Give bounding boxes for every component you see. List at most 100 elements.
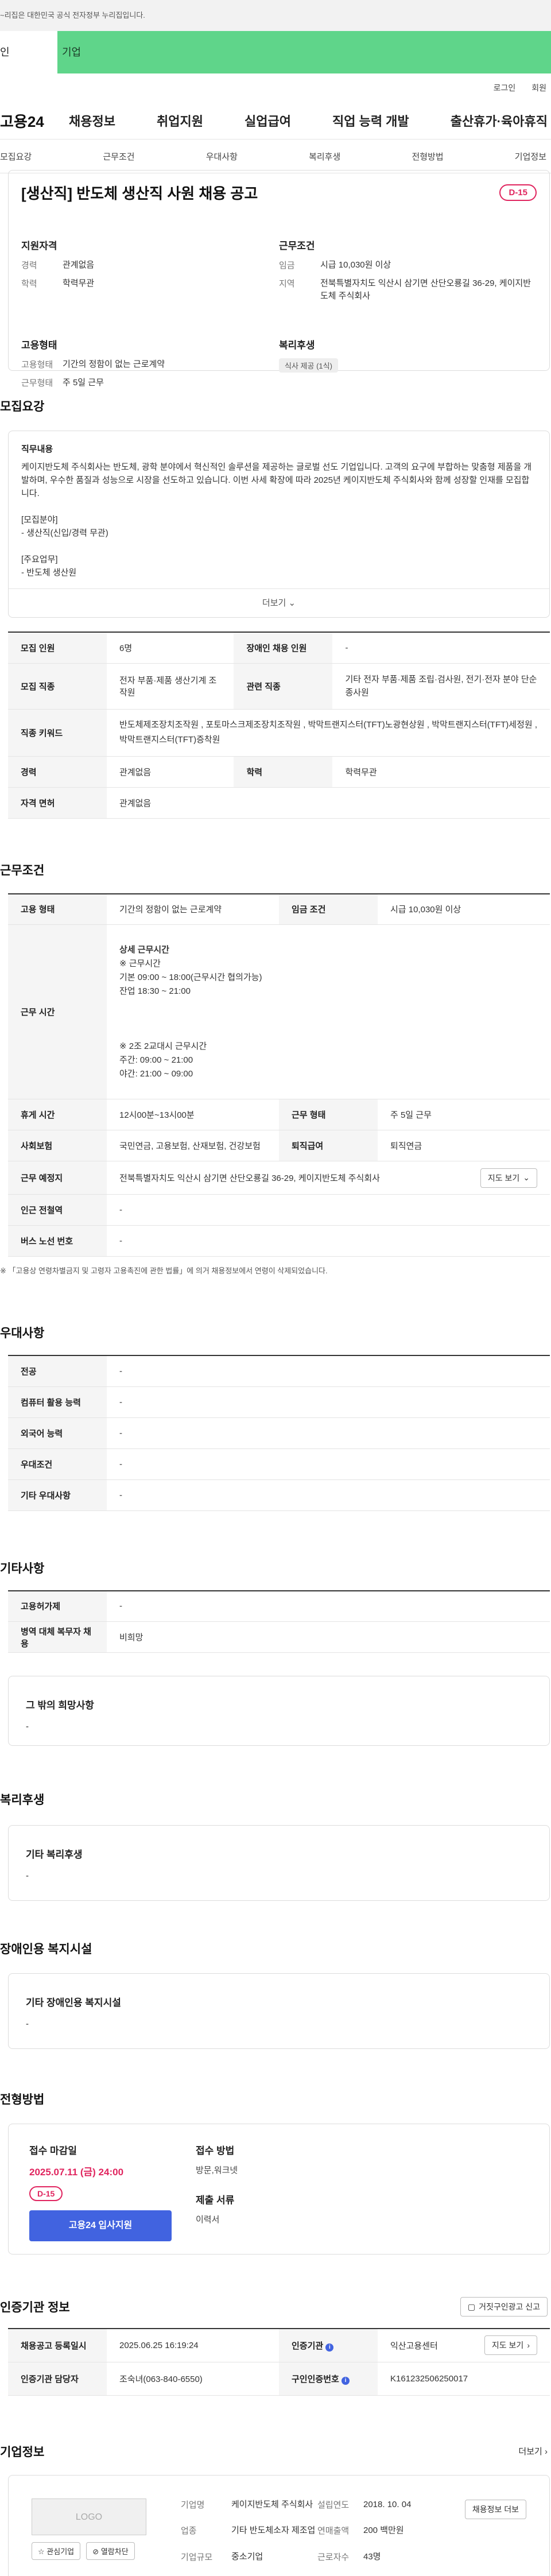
login-link[interactable]: 로그인 (494, 82, 516, 94)
table-row: 버스 노선 번호 - (8, 1225, 550, 1257)
prefer-table: 전공 - 컴퓨터 활용 능력 - 외국어 능력 - 우대조건 - 기타 우대사항 - (8, 1355, 550, 1511)
welfare-pill: 식사 제공 (1식) (279, 358, 338, 373)
table-value: - (332, 632, 550, 664)
hours-line: ※ 근무시간 (119, 958, 161, 969)
anchor-company[interactable]: 기업정보 (515, 150, 546, 162)
work-section-title: 근무조건 (0, 863, 45, 877)
company-logo: LOGO (32, 2498, 146, 2535)
tab-corporate[interactable]: 기업 (57, 31, 551, 73)
disabled-card-value: - (26, 2019, 29, 2029)
job-description-line: - 생산직(신입/경력 무관) (21, 528, 108, 538)
table-row: 채용공고 등록일시 2025.06.25 16:19:24 인증기관 i 익산고… (8, 2329, 550, 2362)
menu-item-jobs[interactable]: 채용정보 (69, 111, 115, 130)
anchor-work[interactable]: 근무조건 (103, 150, 134, 162)
hours-line: 잔업 18:30 ~ 21:00 (119, 986, 191, 996)
main-menu: 채용정보 취업지원 실업급여 직업 능력 개발 출산휴가·육아휴직 (69, 111, 551, 130)
company-more-link[interactable]: 더보기 › (518, 2445, 548, 2457)
menu-item-employment-support[interactable]: 취업지원 (157, 111, 203, 130)
gov-banner: ~리집은 대한민국 공식 전자정부 누리집입니다. (0, 0, 551, 31)
table-value: 주 5일 근무 (378, 1099, 550, 1130)
anchor-apply[interactable]: 전형방법 (412, 150, 443, 162)
description-more-button[interactable]: 더보기 ⌄ (9, 588, 549, 617)
method-column: 접수 방법 방문,워크넷 제출 서류 이력서 (196, 2143, 529, 2231)
table-value: 12시00분~13시00분 (107, 1099, 279, 1130)
size-label: 기업규모 (181, 2552, 213, 2562)
info-icon[interactable]: i (341, 2376, 350, 2385)
tab-individual[interactable]: 인 (0, 31, 57, 73)
table-row: 근무 예정지 전북특별자치도 익산시 삼기면 산단오룡길 36-29, 케이지반… (8, 1161, 550, 1195)
table-key: 채용공고 등록일시 (8, 2329, 107, 2362)
apply-button[interactable]: 고용24 입사지원 (29, 2210, 172, 2241)
company-jobs-button[interactable]: 채용정보 더보 (464, 2499, 526, 2519)
table-row: 고용 형태 기간의 정함이 없는 근로계약 임금 조건 시급 10,030원 이… (8, 893, 550, 925)
anchor-prefer[interactable]: 우대사항 (206, 150, 238, 162)
table-key: 근무 예정지 (8, 1161, 107, 1195)
agency-name-cell: 익산고용센터 지도 보기 › (378, 2329, 550, 2362)
welfare-card: 기타 복리후생 - (8, 1825, 550, 1901)
table-row: 직종 키워드 반도체제조장치조작원 , 포토마스크제조장치조작원 , 박막트랜지… (8, 709, 550, 757)
table-key: 버스 노선 번호 (8, 1225, 107, 1257)
table-key: 인근 전철역 (8, 1194, 107, 1226)
work-place-map-button[interactable]: 지도 보기 ⌄ (480, 1168, 537, 1188)
interest-company-button[interactable]: ☆ 관심기업 (32, 2542, 81, 2560)
disabled-card-heading: 기타 장애인용 복지시설 (26, 1997, 121, 2008)
employment-type-label: 고용형태 (21, 360, 53, 370)
deadline-heading: 접수 마감일 (29, 2145, 77, 2156)
table-row: 우대조건 - (8, 1448, 550, 1480)
job-summary-card: [생산직] 반도체 생산직 사원 채용 공고 D-15 지원자격 경력 관계없음 … (8, 170, 550, 388)
table-value: 관계없음 (107, 787, 550, 819)
table-value: 국민연금, 고용보험, 산재보험, 건강보험 (107, 1130, 279, 1161)
size-value: 중소기업 (231, 2551, 263, 2562)
block-view-button[interactable]: ⊘ 열람차단 (86, 2542, 135, 2560)
info-icon[interactable]: i (325, 2343, 334, 2352)
table-row: 자격 면허 관계없음 (8, 787, 550, 819)
job-description-line: 케이지반도체 주식회사는 반도체, 광학 분야에서 혁신적인 솔루션을 제공하는… (21, 462, 532, 498)
table-key: 자격 면허 (8, 787, 107, 819)
conditions-heading: 근무조건 (279, 241, 315, 251)
dday-badge: D-15 (499, 184, 537, 201)
table-row: 휴게 시간 12시00분~13시00분 근무 형태 주 5일 근무 (8, 1099, 550, 1130)
menu-item-unemployment-benefit[interactable]: 실업급여 (245, 111, 291, 130)
job-description-line (21, 500, 537, 513)
table-key: 관련 직종 (234, 663, 333, 710)
work-hours-detail: 상세 근무시간 ※ 근무시간 기본 09:00 ~ 18:00(근무시간 협의가… (107, 924, 550, 1099)
table-key: 모집 직종 (8, 663, 107, 710)
menu-item-skills-development[interactable]: 직업 능력 개발 (332, 111, 409, 130)
wage-value: 시급 10,030원 이상 (320, 260, 391, 270)
table-key: 학력 (234, 756, 333, 788)
founded-label: 설립연도 (317, 2500, 350, 2510)
table-value: 비희망 (107, 1621, 550, 1653)
table-row: 경력 관계없음 학력 학력무관 (8, 756, 550, 788)
site-logo[interactable]: 고용24 (0, 110, 69, 131)
anchor-welfare[interactable]: 복리후생 (309, 150, 340, 162)
chevron-down-icon: ⌄ (523, 1173, 530, 1182)
work-form-value: 주 5일 근무 (63, 378, 104, 388)
block-icon: ⊘ (92, 2547, 99, 2556)
agency-table: 채용공고 등록일시 2025.06.25 16:19:24 인증기관 i 익산고… (8, 2328, 550, 2396)
company-card: LOGO ☆ 관심기업 ⊘ 열람차단 기업명 케이지반도체 주식회사 설립연도 … (8, 2474, 550, 2576)
join-link[interactable]: 회원 (531, 82, 546, 94)
table-key: 근무 형태 (279, 1099, 378, 1130)
welfare-card-value: - (26, 1871, 29, 1881)
table-key: 임금 조건 (279, 893, 378, 925)
agency-section-title: 인증기관 정보 (0, 2301, 70, 2314)
education-value: 학력무관 (63, 278, 95, 288)
method-value: 방문,워크넷 (196, 2166, 238, 2175)
company-header: 기업정보 더보기 › (0, 2443, 551, 2460)
anchor-recruit[interactable]: 모집요강 (0, 150, 32, 162)
company-logo-column: LOGO ☆ 관심기업 ⊘ 열람차단 (32, 2498, 146, 2565)
table-key: 고용 형태 (8, 893, 107, 925)
table-row: 기타 우대사항 - (8, 1479, 550, 1511)
table-row: 병역 대체 복무자 채용 비희망 (8, 1621, 550, 1653)
table-key: 구인인증번호 i (279, 2362, 378, 2396)
table-key: 사회보험 (8, 1130, 107, 1161)
table-key: 외국어 능력 (8, 1417, 107, 1449)
company-name-label: 기업명 (181, 2500, 205, 2510)
agency-map-button[interactable]: 지도 보기 › (484, 2335, 537, 2356)
job-description-line (21, 540, 537, 553)
menu-item-parental-leave[interactable]: 출산휴가·육아휴직 (451, 111, 548, 130)
table-row: 고용허가제 - (8, 1590, 550, 1622)
work-place-value: 전북특별자치도 익산시 삼기면 산단오룡길 36-29, 케이지반도체 주식회사 (119, 1173, 380, 1183)
report-false-ad-button[interactable]: ▢ 거짓구인광고 신고 (460, 2297, 548, 2317)
company-name-value: 케이지반도체 주식회사 (231, 2499, 313, 2509)
